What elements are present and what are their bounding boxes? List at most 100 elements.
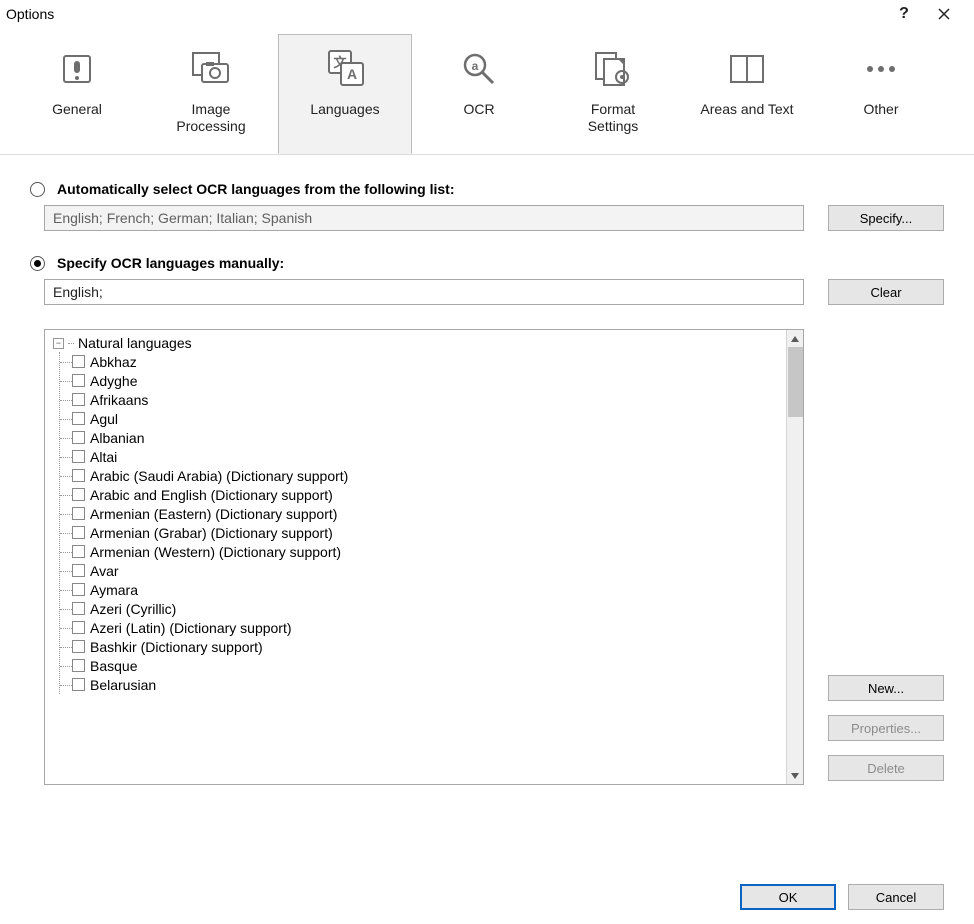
tab-image-processing-label: Image Processing	[176, 101, 245, 135]
language-checkbox[interactable]	[72, 355, 85, 368]
tree-item[interactable]: Arabic (Saudi Arabia) (Dictionary suppor…	[72, 466, 786, 485]
language-name: Arabic and English (Dictionary support)	[90, 487, 333, 503]
areas-and-text-icon	[727, 49, 767, 89]
language-name: Albanian	[90, 430, 145, 446]
language-name: Bashkir (Dictionary support)	[90, 639, 263, 655]
specify-button[interactable]: Specify...	[828, 205, 944, 231]
ok-button[interactable]: OK	[740, 884, 836, 910]
auto-select-radio[interactable]	[30, 182, 45, 197]
language-checkbox[interactable]	[72, 678, 85, 691]
tab-languages[interactable]: 文A Languages	[278, 34, 412, 154]
language-checkbox[interactable]	[72, 602, 85, 615]
auto-languages-field[interactable]: English; French; German; Italian; Spanis…	[44, 205, 804, 231]
new-button[interactable]: New...	[828, 675, 944, 701]
tab-general[interactable]: General	[10, 34, 144, 154]
collapse-icon[interactable]: −	[53, 338, 64, 349]
tree-item[interactable]: Agul	[72, 409, 786, 428]
tree-item[interactable]: Armenian (Western) (Dictionary support)	[72, 542, 786, 561]
tabs-bar: General Image Processing 文A Languages a …	[0, 28, 974, 155]
language-checkbox[interactable]	[72, 450, 85, 463]
language-name: Altai	[90, 449, 117, 465]
tree-item[interactable]: Altai	[72, 447, 786, 466]
tab-general-label: General	[52, 101, 102, 118]
manual-languages-field[interactable]: English;	[44, 279, 804, 305]
language-checkbox[interactable]	[72, 564, 85, 577]
tab-areas-and-text-label: Areas and Text	[700, 101, 793, 118]
tree-item[interactable]: Aymara	[72, 580, 786, 599]
language-checkbox[interactable]	[72, 431, 85, 444]
svg-text:a: a	[472, 59, 479, 73]
language-checkbox[interactable]	[72, 374, 85, 387]
image-processing-icon	[191, 49, 231, 89]
language-name: Afrikaans	[90, 392, 148, 408]
tab-image-processing[interactable]: Image Processing	[144, 34, 278, 154]
language-name: Avar	[90, 563, 119, 579]
help-button[interactable]: ?	[884, 2, 924, 26]
tree-item[interactable]: Arabic and English (Dictionary support)	[72, 485, 786, 504]
tab-other-label: Other	[863, 101, 898, 118]
language-checkbox[interactable]	[72, 526, 85, 539]
tree-item[interactable]: Adyghe	[72, 371, 786, 390]
tab-format-settings-label: Format Settings	[588, 101, 639, 135]
help-icon: ?	[899, 5, 909, 23]
window-title: Options	[6, 6, 884, 22]
tree-root-node[interactable]: − Natural languages	[53, 334, 786, 352]
auto-languages-value: English; French; German; Italian; Spanis…	[53, 210, 312, 226]
language-checkbox[interactable]	[72, 621, 85, 634]
tree-item[interactable]: Avar	[72, 561, 786, 580]
tree-item[interactable]: Armenian (Eastern) (Dictionary support)	[72, 504, 786, 523]
manual-select-radio[interactable]	[30, 256, 45, 271]
tree-item[interactable]: Abkhaz	[72, 352, 786, 371]
language-name: Armenian (Eastern) (Dictionary support)	[90, 506, 337, 522]
dialog-footer: OK Cancel	[740, 884, 944, 910]
tree-root-label: Natural languages	[78, 335, 192, 351]
clear-button[interactable]: Clear	[828, 279, 944, 305]
content-area: Automatically select OCR languages from …	[0, 155, 974, 795]
tree-scrollbar[interactable]	[786, 330, 803, 784]
language-checkbox[interactable]	[72, 545, 85, 558]
language-name: Basque	[90, 658, 137, 674]
language-name: Agul	[90, 411, 118, 427]
language-checkbox[interactable]	[72, 412, 85, 425]
language-checkbox[interactable]	[72, 640, 85, 653]
language-name: Azeri (Cyrillic)	[90, 601, 176, 617]
tree-item[interactable]: Bashkir (Dictionary support)	[72, 637, 786, 656]
properties-button[interactable]: Properties...	[828, 715, 944, 741]
tree-item[interactable]: Azeri (Cyrillic)	[72, 599, 786, 618]
general-icon	[57, 49, 97, 89]
language-tree[interactable]: − Natural languages AbkhazAdyghe Afrikaan…	[44, 329, 804, 785]
language-name: Aymara	[90, 582, 138, 598]
cancel-button[interactable]: Cancel	[848, 884, 944, 910]
scroll-thumb[interactable]	[788, 347, 803, 417]
scroll-up-icon[interactable]	[787, 330, 803, 347]
manual-languages-value: English;	[53, 284, 103, 300]
language-checkbox[interactable]	[72, 488, 85, 501]
language-checkbox[interactable]	[72, 583, 85, 596]
tree-item[interactable]: Basque	[72, 656, 786, 675]
delete-button[interactable]: Delete	[828, 755, 944, 781]
language-name: Armenian (Grabar) (Dictionary support)	[90, 525, 333, 541]
tree-item[interactable]: Armenian (Grabar) (Dictionary support)	[72, 523, 786, 542]
tree-item[interactable]: Azeri (Latin) (Dictionary support)	[72, 618, 786, 637]
tab-format-settings[interactable]: Format Settings	[546, 34, 680, 154]
language-checkbox[interactable]	[72, 469, 85, 482]
language-checkbox[interactable]	[72, 507, 85, 520]
tab-areas-and-text[interactable]: Areas and Text	[680, 34, 814, 154]
close-icon	[938, 8, 950, 20]
tab-other[interactable]: Other	[814, 34, 948, 154]
tree-item[interactable]: Belarusian	[72, 675, 786, 694]
tree-item[interactable]: Albanian	[72, 428, 786, 447]
manual-select-label: Specify OCR languages manually:	[57, 255, 284, 271]
tab-ocr-label: OCR	[463, 101, 494, 118]
tree-item[interactable]: Afrikaans	[72, 390, 786, 409]
language-name: Azeri (Latin) (Dictionary support)	[90, 620, 292, 636]
close-button[interactable]	[924, 2, 964, 26]
languages-icon: 文A	[325, 49, 365, 89]
other-icon	[861, 49, 901, 89]
language-checkbox[interactable]	[72, 659, 85, 672]
scroll-down-icon[interactable]	[787, 767, 803, 784]
language-checkbox[interactable]	[72, 393, 85, 406]
tab-ocr[interactable]: a OCR	[412, 34, 546, 154]
auto-select-row: Automatically select OCR languages from …	[30, 181, 944, 197]
language-name: Arabic (Saudi Arabia) (Dictionary suppor…	[90, 468, 348, 484]
